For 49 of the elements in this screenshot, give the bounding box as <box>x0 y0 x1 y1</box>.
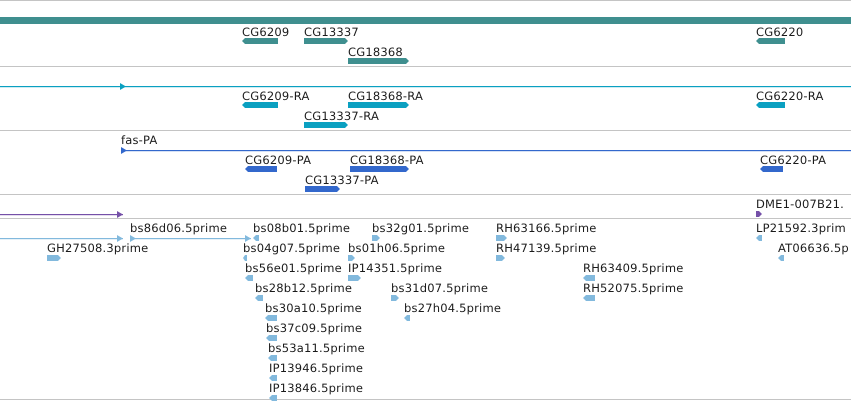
feature-arrow[interactable] <box>242 38 278 44</box>
feature-label[interactable]: IP13846.5prime <box>269 381 364 395</box>
feature-label[interactable]: bs56e01.5prime <box>245 261 342 275</box>
feature-label[interactable]: AT06636.5p <box>778 241 849 255</box>
feature-label[interactable]: bs32g01.5prime <box>372 221 470 235</box>
feature-label[interactable]: DME1-007B21. <box>756 197 844 211</box>
feature-label[interactable]: CG6209-RA <box>242 89 310 103</box>
feature-label[interactable]: LP21592.3prim <box>756 221 846 235</box>
feature-line[interactable] <box>0 82 851 90</box>
feature-arrow[interactable] <box>304 38 348 44</box>
feature-label[interactable]: CG18368 <box>348 45 403 59</box>
feature-label[interactable]: GH27508.3prime <box>47 241 148 255</box>
feature-label[interactable]: bs01h06.5prime <box>348 241 446 255</box>
feature-arrow[interactable] <box>304 122 348 128</box>
feature-label[interactable]: CG13337 <box>304 25 359 39</box>
feature-label[interactable]: bs27h04.5prime <box>404 301 502 315</box>
feature-line[interactable] <box>0 210 123 218</box>
feature-label[interactable]: IP13946.5prime <box>269 361 364 375</box>
feature-label[interactable]: CG13337-PA <box>305 173 379 187</box>
feature-arrow[interactable] <box>760 166 783 172</box>
feature-label[interactable]: RH52075.5prime <box>583 281 684 295</box>
feature-label[interactable]: CG6220 <box>756 25 804 39</box>
feature-label[interactable]: bs30a10.5prime <box>265 301 362 315</box>
feature-label[interactable]: bs86d06.5prime <box>130 221 228 235</box>
feature-label[interactable]: bs04g07.5prime <box>243 241 340 255</box>
feature-label[interactable]: CG6220-PA <box>760 153 826 167</box>
feature-label[interactable]: CG6209 <box>242 25 290 39</box>
feature-label[interactable]: RH47139.5prime <box>496 241 596 255</box>
feature-line[interactable] <box>121 146 851 154</box>
feature-arrow[interactable] <box>242 102 278 108</box>
feature-label[interactable]: RH63409.5prime <box>583 261 684 275</box>
feature-arrow[interactable] <box>245 166 277 172</box>
feature-label[interactable]: bs53a11.5prime <box>268 341 365 355</box>
feature-label[interactable]: fas-PA <box>121 133 158 147</box>
feature-label[interactable]: bs28b12.5prime <box>255 281 352 295</box>
feature-arrow[interactable] <box>756 38 785 44</box>
feature-label[interactable]: CG18368-RA <box>348 89 424 103</box>
feature-label[interactable]: bs31d07.5prime <box>391 281 488 295</box>
feature-label[interactable]: CG18368-PA <box>350 153 424 167</box>
feature-arrow[interactable] <box>305 186 340 192</box>
feature-label[interactable]: IP14351.5prime <box>348 261 442 275</box>
feature-label[interactable]: CG6220-RA <box>756 89 824 103</box>
feature-arrow[interactable] <box>756 211 762 217</box>
feature-label[interactable]: bs08b01.5prime <box>253 221 350 235</box>
feature-arrow[interactable] <box>756 102 785 108</box>
feature-label[interactable]: CG13337-RA <box>304 109 380 123</box>
feature-label[interactable]: CG6209-PA <box>245 153 312 167</box>
feature-label[interactable]: RH63166.5prime <box>496 221 596 235</box>
feature-label[interactable]: bs37c09.5prime <box>266 321 362 335</box>
